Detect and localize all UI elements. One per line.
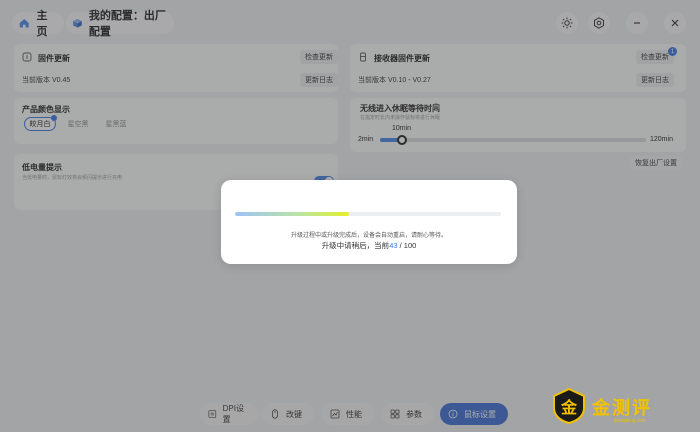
badge-char: 金	[560, 398, 578, 417]
upgrade-note: 升级过程中或升级完成后，设备会自动重启，请耐心等待。	[290, 233, 447, 239]
upgrade-progress-fill	[235, 212, 350, 216]
watermark-text: 金测评	[592, 398, 652, 419]
upgrade-progress-track	[235, 212, 501, 216]
watermark-url: jincepin g.com	[614, 418, 646, 424]
upgrade-dialog: 升级过程中或升级完成后，设备会自动重启，请耐心等待。 升级中请稍后，当前43 /…	[221, 180, 517, 264]
gold-badge-icon: 金	[553, 388, 585, 424]
upgrade-status: 升级中请稍后，当前43 / 100	[221, 240, 517, 251]
watermark-logo: 金 金测评 jincepin g.com	[548, 386, 698, 430]
status-prefix: 升级中请稍后，当前	[321, 241, 390, 250]
status-total: 100	[403, 241, 417, 250]
status-current: 43	[389, 241, 398, 250]
